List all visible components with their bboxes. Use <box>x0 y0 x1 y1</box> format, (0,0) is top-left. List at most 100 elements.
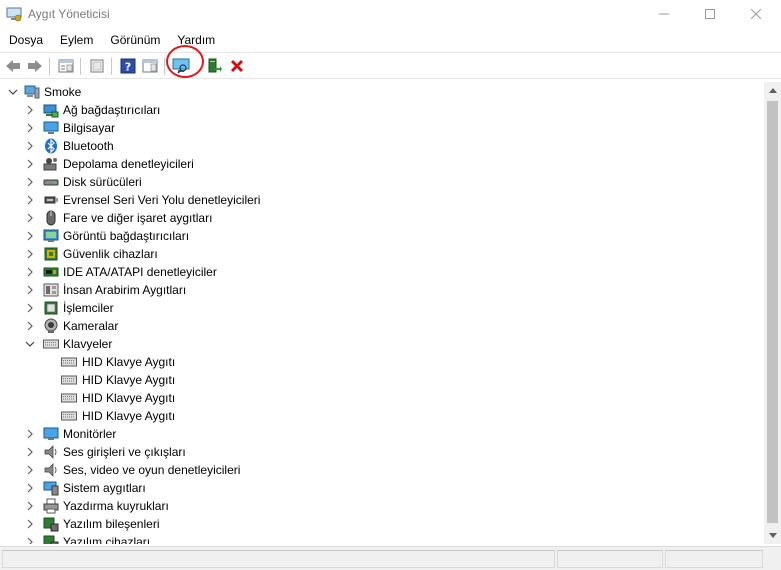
tree-category[interactable]: Sistem aygıtları <box>0 479 760 497</box>
chevron-down-icon[interactable] <box>8 87 18 97</box>
properties-view-button[interactable] <box>55 56 76 76</box>
network-adapter-icon <box>43 104 59 118</box>
chevron-right-icon[interactable] <box>25 285 35 295</box>
category-label: Bilgisayar <box>63 121 116 135</box>
tree-category[interactable]: Görüntü bağdaştırıcıları <box>0 227 760 245</box>
close-icon <box>751 9 761 19</box>
tree-category[interactable]: Monitörler <box>0 425 760 443</box>
bluetooth-icon <box>45 138 57 154</box>
tree-category[interactable]: Yazılım bileşenleri <box>0 515 760 533</box>
tree-device[interactable]: HID Klavye Aygıtı <box>0 353 760 371</box>
title-bar: Aygıt Yöneticisi <box>0 0 781 28</box>
uninstall-device-button[interactable] <box>226 56 247 76</box>
menu-bar: Dosya Eylem Görünüm Yardım <box>0 30 781 50</box>
chevron-right-icon[interactable] <box>25 501 35 511</box>
display-adapter-icon <box>43 229 59 242</box>
scroll-up-icon <box>768 88 777 93</box>
tree-category[interactable]: Bilgisayar <box>0 119 760 137</box>
chevron-right-icon[interactable] <box>25 537 35 544</box>
status-bar <box>0 546 781 570</box>
tree-category[interactable]: İnsan Arabirim Aygıtları <box>0 281 760 299</box>
chevron-right-icon[interactable] <box>25 141 35 151</box>
chevron-right-icon[interactable] <box>25 303 35 313</box>
chevron-right-icon[interactable] <box>25 249 35 259</box>
action-pane-button[interactable] <box>139 56 160 76</box>
category-label: Güvenlik cihazları <box>63 247 158 261</box>
update-driver-button[interactable] <box>203 56 224 76</box>
chevron-right-icon[interactable] <box>25 321 35 331</box>
disk-drive-icon <box>43 179 59 186</box>
scroll-up-button[interactable] <box>764 82 781 99</box>
tree-category[interactable]: Ses girişleri ve çıkışları <box>0 443 760 461</box>
tree-category[interactable]: IDE ATA/ATAPI denetleyiciler <box>0 263 760 281</box>
tree-category[interactable]: Disk sürücüleri <box>0 173 760 191</box>
tree-category[interactable]: Evrensel Seri Veri Yolu denetleyicileri <box>0 191 760 209</box>
tree-category[interactable]: Kameralar <box>0 317 760 335</box>
vertical-scrollbar[interactable] <box>764 82 781 544</box>
category-label: Yazılım bileşenleri <box>63 517 160 531</box>
tree-category[interactable]: Yazdırma kuyrukları <box>0 497 760 515</box>
tree-device[interactable]: HID Klavye Aygıtı <box>0 389 760 407</box>
update-list-icon <box>90 59 103 73</box>
keyboard-icon <box>61 357 77 367</box>
category-label: Yazdırma kuyrukları <box>63 499 169 513</box>
tree-category[interactable]: Depolama denetleyicileri <box>0 155 760 173</box>
chevron-right-icon[interactable] <box>25 465 35 475</box>
printer-icon <box>43 498 59 514</box>
tree-category[interactable]: Ağ bağdaştırıcıları <box>0 101 760 119</box>
category-label: Bluetooth <box>63 139 114 153</box>
maximize-button[interactable] <box>687 0 733 28</box>
chevron-right-icon[interactable] <box>25 429 35 439</box>
status-pane-secondary <box>557 550 663 568</box>
category-label: Fare ve diğer işaret aygıtları <box>63 211 213 225</box>
chevron-right-icon[interactable] <box>25 519 35 529</box>
chevron-right-icon[interactable] <box>25 123 35 133</box>
chevron-right-icon[interactable] <box>25 195 35 205</box>
chevron-down-icon[interactable] <box>25 339 35 349</box>
tree-device[interactable]: HID Klavye Aygıtı <box>0 371 760 389</box>
update-list-button[interactable] <box>86 56 107 76</box>
tree-category[interactable]: Yazılım cihazları <box>0 533 760 544</box>
scroll-down-icon <box>768 533 777 538</box>
menu-action[interactable]: Eylem <box>51 30 101 50</box>
tree-category[interactable]: Fare ve diğer işaret aygıtları <box>0 209 760 227</box>
menu-file[interactable]: Dosya <box>0 30 51 50</box>
scroll-down-button[interactable] <box>764 527 781 544</box>
system-device-icon <box>43 481 59 496</box>
help-button[interactable]: ? <box>117 56 138 76</box>
keyboard-icon <box>61 411 77 421</box>
scan-hardware-button[interactable] <box>170 56 191 76</box>
category-label: Monitörler <box>63 427 117 441</box>
menu-help[interactable]: Yardım <box>168 30 223 50</box>
device-manager-app-icon <box>6 7 22 22</box>
chevron-right-icon[interactable] <box>25 231 35 241</box>
keyboard-icon <box>61 393 77 403</box>
back-button[interactable] <box>2 56 23 76</box>
forward-button[interactable] <box>24 56 45 76</box>
tree-root-label: Smoke <box>44 85 82 99</box>
category-label: Ağ bağdaştırıcıları <box>63 103 161 117</box>
chevron-right-icon[interactable] <box>25 213 35 223</box>
chevron-right-icon[interactable] <box>25 177 35 187</box>
chevron-right-icon[interactable] <box>25 159 35 169</box>
chevron-right-icon[interactable] <box>25 447 35 457</box>
chevron-right-icon[interactable] <box>25 267 35 277</box>
computer-icon <box>43 121 59 134</box>
close-button[interactable] <box>733 0 779 28</box>
tree-category[interactable]: Güvenlik cihazları <box>0 245 760 263</box>
tree-category[interactable]: Bluetooth <box>0 137 760 155</box>
tree-device[interactable]: HID Klavye Aygıtı <box>0 407 760 425</box>
back-icon <box>5 60 20 72</box>
category-label: Ses, video ve oyun denetleyicileri <box>63 463 241 477</box>
minimize-button[interactable] <box>641 0 687 28</box>
tree-category[interactable]: Ses, video ve oyun denetleyicileri <box>0 461 760 479</box>
keyboard-icon <box>61 375 77 385</box>
tree-category-expanded[interactable]: Klavyeler <box>0 335 760 353</box>
storage-controller-icon <box>43 158 57 171</box>
tree-root[interactable]: Smoke <box>0 83 760 101</box>
scrollbar-thumb[interactable] <box>767 101 778 523</box>
tree-category[interactable]: İşlemciler <box>0 299 760 317</box>
chevron-right-icon[interactable] <box>25 105 35 115</box>
menu-view[interactable]: Görünüm <box>101 30 168 50</box>
chevron-right-icon[interactable] <box>25 483 35 493</box>
